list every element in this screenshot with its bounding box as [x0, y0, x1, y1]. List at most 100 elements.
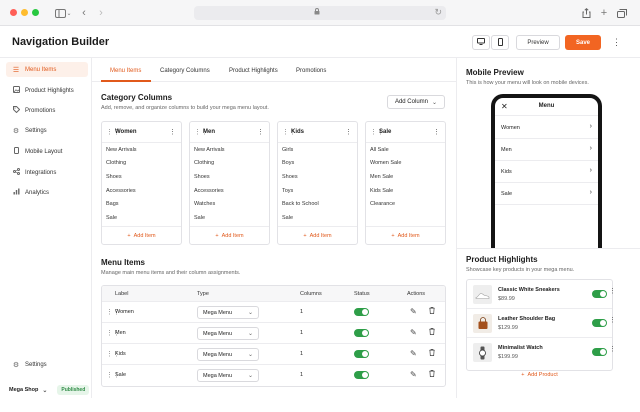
add-column-button[interactable]: Add Column ⌄	[387, 95, 445, 109]
chevron-down-icon[interactable]: ⌄	[66, 6, 72, 20]
tab-category-columns[interactable]: Category Columns	[160, 68, 210, 74]
product-toggle[interactable]	[592, 319, 607, 327]
chevron-down-icon: ⌄	[247, 331, 253, 337]
sidebar-item-mobile-layout[interactable]: Mobile Layout	[6, 144, 88, 159]
back-icon[interactable]: ‹	[79, 6, 89, 20]
column-item[interactable]: All Sale	[370, 147, 389, 153]
trash-icon[interactable]	[429, 307, 435, 316]
sidebar-item-promotions[interactable]: Promotions	[6, 103, 88, 118]
status-toggle[interactable]	[354, 350, 369, 358]
chevron-down-icon: ⌄	[42, 387, 48, 394]
more-options-icon[interactable]: ⋮	[609, 287, 616, 295]
add-product-button[interactable]: + Add Product	[467, 367, 612, 383]
column-item[interactable]: Shoes	[194, 174, 210, 180]
column-item[interactable]: Shoes	[106, 174, 122, 180]
address-bar[interactable]: ↻	[194, 6, 446, 20]
status-toggle[interactable]	[354, 308, 369, 316]
sidebar-item-settings[interactable]: ⚙ Settings	[6, 123, 88, 138]
column-item[interactable]: Watches	[194, 201, 215, 207]
tab-promotions[interactable]: Promotions	[296, 68, 326, 74]
edit-icon[interactable]: ✎	[410, 370, 417, 379]
phone-menu-item[interactable]: Kids ›	[495, 161, 598, 183]
column-item[interactable]: Clearance	[370, 201, 395, 207]
share-icon[interactable]	[581, 6, 591, 20]
row-label: Men	[115, 330, 126, 336]
tab-menu-items[interactable]: Menu Items	[110, 68, 141, 74]
phone-menu-item[interactable]: Women ›	[495, 117, 598, 139]
column-item[interactable]: New Arrivals	[194, 147, 225, 153]
right-panel-divider	[456, 248, 640, 249]
tab-product-highlights[interactable]: Product Highlights	[229, 68, 278, 74]
phone-menu-item[interactable]: Men ›	[495, 139, 598, 161]
column-item[interactable]: New Arrivals	[106, 147, 137, 153]
column-item[interactable]: Sale	[194, 215, 205, 221]
edit-icon[interactable]: ✎	[410, 328, 417, 337]
column-item[interactable]: Kids Sale	[370, 188, 393, 194]
sidebar-item-bottom-settings[interactable]: ⚙ Settings	[6, 357, 88, 372]
column-item[interactable]: Back to School	[282, 201, 319, 207]
new-tab-icon[interactable]: +	[599, 6, 609, 20]
shop-switcher[interactable]: Mega Shop ⌄ Published	[9, 385, 90, 395]
more-options-icon[interactable]: ⋮	[609, 316, 616, 324]
column-item[interactable]: Clothing	[194, 160, 214, 166]
trash-icon[interactable]	[429, 370, 435, 379]
column-item[interactable]: Sale	[106, 215, 117, 221]
type-select[interactable]: Mega Menu ⌄	[197, 306, 259, 319]
sidebar-item-menu-items[interactable]: ☰ Menu Items	[6, 62, 88, 77]
phone-menu-item[interactable]: Sale ›	[495, 183, 598, 205]
more-options-icon[interactable]: ⋮	[609, 345, 616, 353]
forward-icon[interactable]: ›	[96, 6, 106, 20]
column-item[interactable]: Girls	[282, 147, 293, 153]
product-thumbnail	[473, 314, 492, 333]
shop-name: Mega Shop	[9, 387, 39, 393]
more-options-icon[interactable]: ⋮	[345, 128, 352, 136]
column-item[interactable]: Accessories	[194, 188, 224, 194]
more-options-icon[interactable]: ⋮	[433, 128, 440, 136]
add-item-button[interactable]: + Add Item	[190, 226, 269, 244]
add-item-button[interactable]: + Add Item	[102, 226, 181, 244]
add-item-button[interactable]: + Add Item	[366, 226, 445, 244]
trash-icon[interactable]	[429, 349, 435, 358]
lock-icon	[314, 8, 320, 17]
window-minimize-button[interactable]	[21, 9, 28, 16]
save-button[interactable]: Save	[565, 35, 601, 50]
tabs-icon[interactable]	[617, 6, 627, 20]
mobile-view-button[interactable]	[491, 35, 509, 50]
table-header: Label Type Columns Status Actions	[102, 286, 445, 302]
column-item[interactable]: Toys	[282, 188, 293, 194]
product-toggle[interactable]	[592, 290, 607, 298]
add-item-button[interactable]: + Add Item	[278, 226, 357, 244]
row-columns: 1	[300, 309, 304, 315]
chevron-down-icon: ⌄	[247, 310, 253, 316]
column-item[interactable]: Clothing	[106, 160, 126, 166]
column-item[interactable]: Boys	[282, 160, 294, 166]
column-item[interactable]: Shoes	[282, 174, 298, 180]
window-close-button[interactable]	[10, 9, 17, 16]
sidebar-item-integrations[interactable]: Integrations	[6, 165, 88, 180]
column-item[interactable]: Bags	[106, 201, 119, 207]
product-toggle[interactable]	[592, 348, 607, 356]
sidebar-item-product-highlights[interactable]: Product Highlights	[6, 83, 88, 98]
edit-icon[interactable]: ✎	[410, 307, 417, 316]
type-select[interactable]: Mega Menu ⌄	[197, 348, 259, 361]
product-row: Leather Shoulder Bag $129.99 ⋮	[467, 309, 616, 338]
type-select[interactable]: Mega Menu ⌄	[197, 327, 259, 340]
preview-button[interactable]: Preview	[516, 35, 560, 50]
sidebar-item-analytics[interactable]: Analytics	[6, 185, 88, 200]
status-toggle[interactable]	[354, 371, 369, 379]
window-maximize-button[interactable]	[32, 9, 39, 16]
status-toggle[interactable]	[354, 329, 369, 337]
more-options-icon[interactable]: ⋮	[257, 128, 264, 136]
more-options-icon[interactable]: ⋮	[169, 128, 176, 136]
category-columns-description: Add, remove, and organize columns to bui…	[101, 105, 269, 111]
column-item[interactable]: Men Sale	[370, 174, 393, 180]
column-item[interactable]: Accessories	[106, 188, 136, 194]
more-options-icon[interactable]: ⋮	[612, 37, 621, 48]
column-item[interactable]: Women Sale	[370, 160, 401, 166]
column-item[interactable]: Sale	[282, 215, 293, 221]
trash-icon[interactable]	[429, 328, 435, 337]
desktop-view-button[interactable]	[472, 35, 490, 50]
edit-icon[interactable]: ✎	[410, 349, 417, 358]
reload-icon[interactable]: ↻	[434, 7, 442, 18]
type-select[interactable]: Mega Menu ⌄	[197, 369, 259, 382]
